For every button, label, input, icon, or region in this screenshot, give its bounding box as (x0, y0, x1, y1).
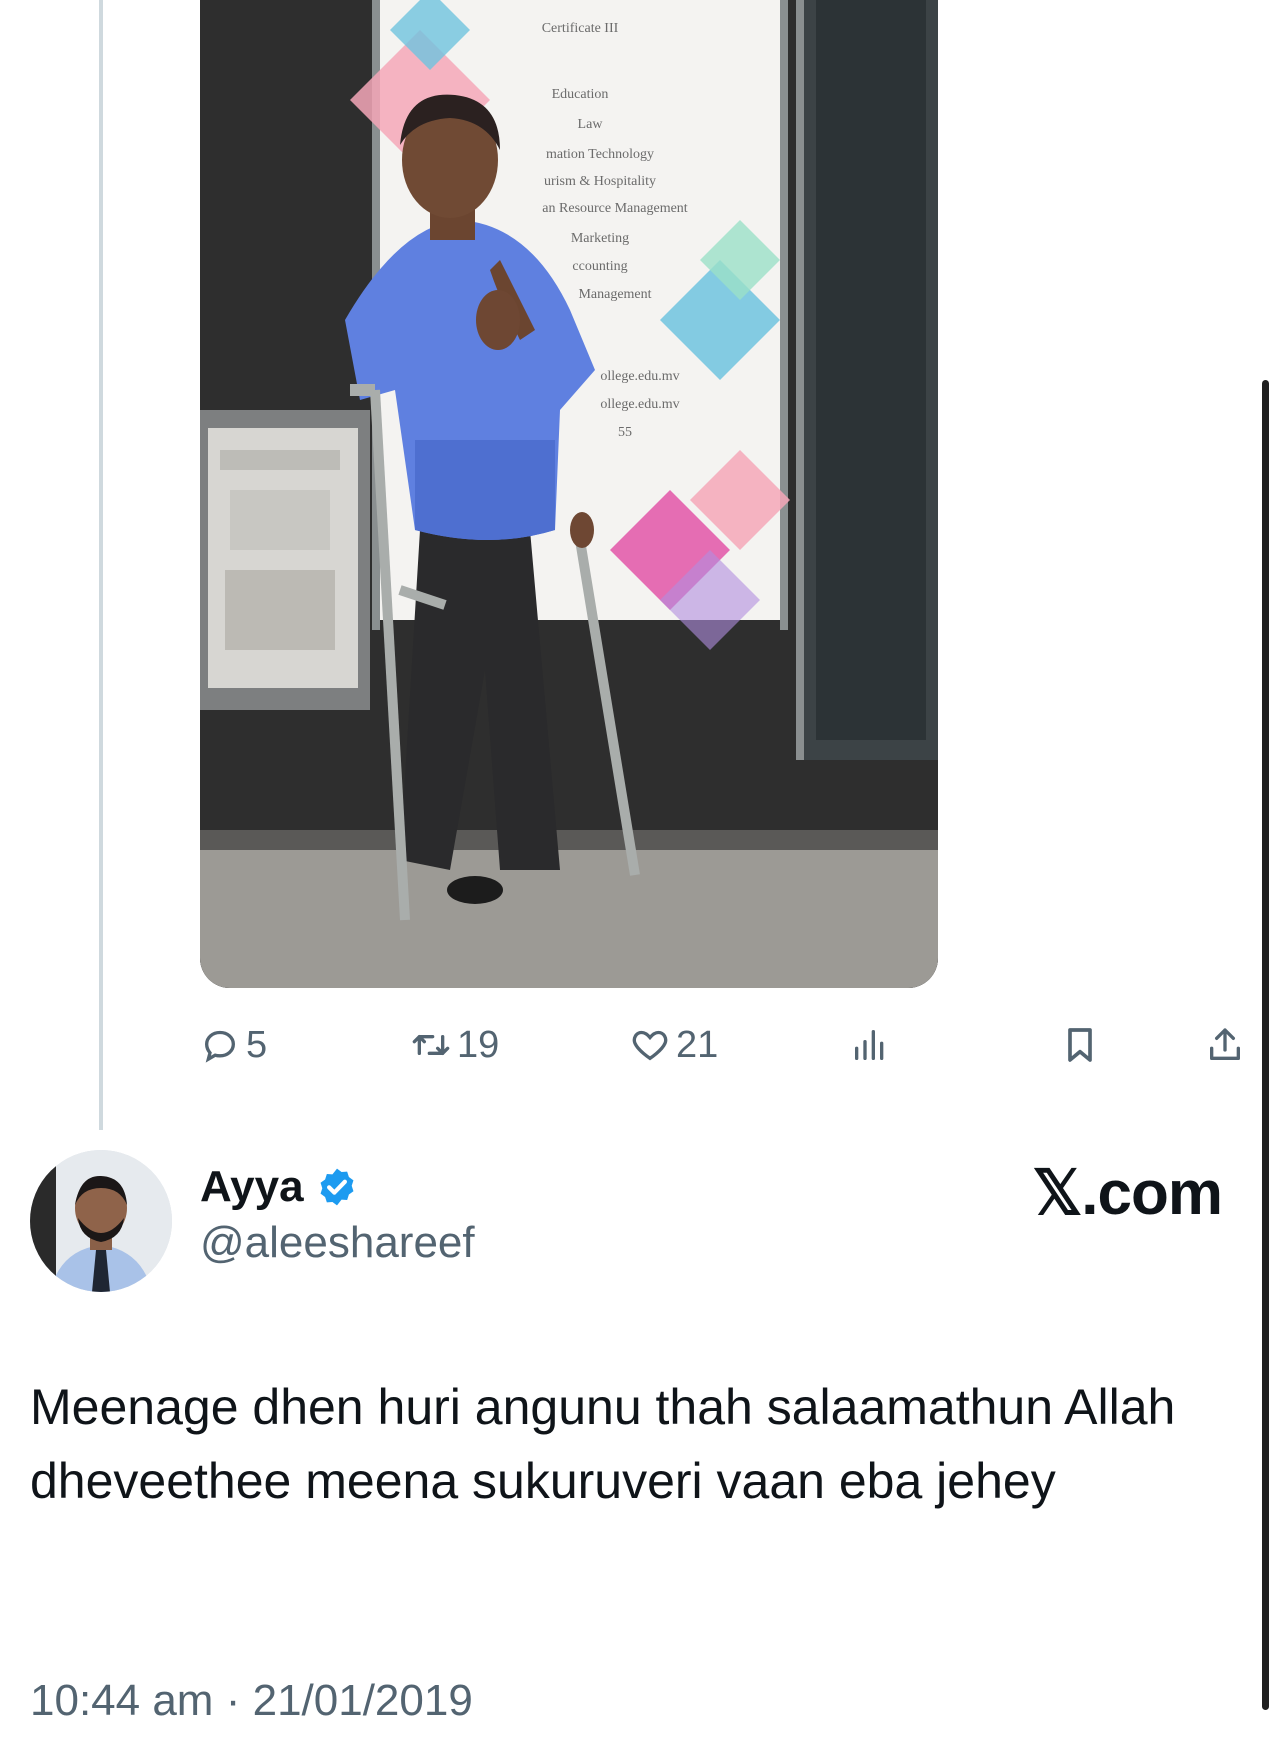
tweet-timestamp[interactable]: 10:44 am · 21/01/2019 (30, 1676, 473, 1726)
poster-line: ollege.edu.mv (600, 397, 679, 412)
poster-line: ollege.edu.mv (600, 369, 679, 384)
like-button[interactable]: 21 (630, 1010, 718, 1080)
share-icon (1210, 1028, 1240, 1060)
author-row: Ayya (200, 1162, 358, 1212)
tweet-date: 21/01/2019 (252, 1676, 473, 1725)
retweet-icon (412, 1035, 450, 1055)
tweet-time: 10:44 am (30, 1676, 214, 1725)
tweet-text: Meenage dhen huri angunu thah salaamathu… (30, 1379, 1176, 1509)
poster-line: ccounting (572, 259, 627, 274)
reply-button[interactable]: 5 (200, 1010, 267, 1080)
author-name[interactable]: Ayya (200, 1162, 304, 1212)
retweet-count: 19 (457, 1023, 500, 1066)
tweet-photo[interactable]: Certificate III Education Law mation Tec… (200, 0, 938, 988)
reply-count: 5 (246, 1023, 268, 1066)
x-com-brand: 𝕏.com (1032, 1159, 1223, 1228)
poster-line: Education (552, 87, 609, 102)
poster-line: mation Technology (546, 147, 654, 162)
poster-line: urism & Hospitality (544, 174, 656, 189)
poster-line: Management (578, 287, 651, 302)
tweet-action-bar: 5 19 21 (200, 1010, 1260, 1080)
poster-line: Law (578, 117, 604, 132)
avatar[interactable] (30, 1150, 172, 1292)
retweet-button[interactable]: 19 (411, 1010, 499, 1080)
verified-badge-icon (316, 1166, 358, 1208)
poster-line: 55 (618, 425, 632, 440)
share-button[interactable] (1205, 1010, 1245, 1080)
thread-connector-line (99, 0, 103, 1130)
bookmark-icon (1068, 1028, 1092, 1062)
meta-separator: · (225, 1676, 241, 1725)
views-button[interactable] (850, 1010, 890, 1080)
reply-icon (204, 1030, 236, 1063)
scrollbar[interactable] (1262, 380, 1269, 1710)
views-icon (855, 1030, 884, 1060)
poster-line: Marketing (571, 231, 629, 246)
poster-line: Certificate III (542, 21, 619, 36)
poster-line: an Resource Management (542, 201, 687, 216)
heart-icon (632, 1030, 668, 1061)
like-count: 21 (676, 1023, 719, 1066)
bookmark-button[interactable] (1060, 1010, 1100, 1080)
author-handle[interactable]: @aleeshareef (200, 1218, 475, 1268)
